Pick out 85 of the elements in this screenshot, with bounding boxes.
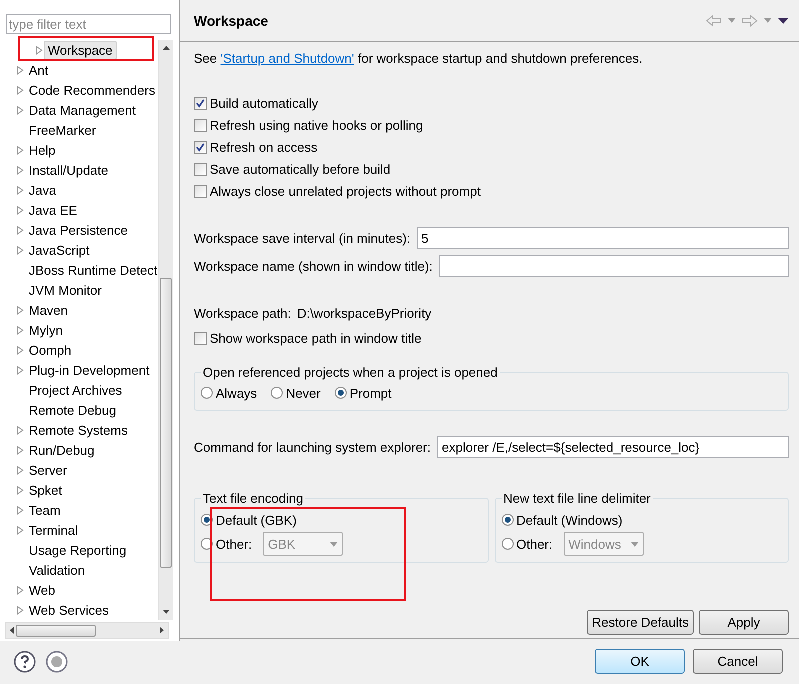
- input-field[interactable]: 5: [416, 227, 789, 249]
- tree-item[interactable]: Maven: [25, 300, 72, 320]
- tree-item[interactable]: JavaScript: [25, 240, 94, 260]
- dropdown-caret-icon[interactable]: [728, 18, 736, 23]
- back-arrow-icon[interactable]: [706, 14, 722, 26]
- help-icon[interactable]: [14, 650, 36, 672]
- dialog-button[interactable]: OK: [595, 649, 685, 674]
- radio-button[interactable]: [502, 514, 514, 526]
- input-field[interactable]: [438, 255, 789, 277]
- checkbox-label: Refresh using native hooks or polling: [210, 118, 424, 132]
- tree-item[interactable]: Web: [25, 580, 60, 600]
- tree-item[interactable]: Remote Systems: [25, 420, 132, 440]
- radio-label: Other:: [516, 536, 553, 552]
- intro-text: See 'Startup and Shutdown' for workspace startup and shutdown preferences.: [194, 50, 644, 68]
- checkbox-label: Refresh on access: [210, 140, 318, 154]
- tree-item[interactable]: Code Recommenders: [25, 80, 158, 100]
- startup-link[interactable]: 'Startup and Shutdown': [220, 51, 354, 66]
- checkbox-label: Show workspace path in window title: [210, 330, 422, 346]
- radio-button[interactable]: [502, 538, 514, 550]
- radio-label: Default (Windows): [516, 512, 623, 528]
- tree-item[interactable]: Java EE: [25, 200, 82, 220]
- tree-item[interactable]: Workspace: [44, 40, 117, 60]
- scroll-down-arrow-icon[interactable]: [162, 610, 170, 614]
- group-title: Open referenced projects when a project is opened: [202, 365, 499, 380]
- page-button[interactable]: Restore Defaults: [587, 610, 694, 635]
- checkbox-label: Save automatically before build: [210, 162, 391, 176]
- dropdown-caret-icon[interactable]: [764, 18, 772, 23]
- tree-item[interactable]: Oomph: [25, 340, 76, 360]
- tree-item[interactable]: FreeMarker: [25, 120, 100, 140]
- tree-item[interactable]: Mylyn: [25, 320, 67, 340]
- tree-item[interactable]: Remote Debug: [25, 400, 120, 420]
- field-label: Workspace save interval (in minutes):: [194, 230, 411, 246]
- input-field[interactable]: explorer /E,/select=${selected_resource_loc}: [437, 436, 789, 458]
- tree-item[interactable]: Project Archives: [25, 380, 126, 400]
- tree-item[interactable]: Terminal: [25, 520, 82, 540]
- tree-item[interactable]: Install/Update: [25, 160, 112, 180]
- tree-item[interactable]: Server: [25, 460, 72, 480]
- filter-field[interactable]: type filter text: [6, 14, 171, 34]
- radio-button[interactable]: [334, 387, 347, 399]
- tree-item[interactable]: Ant: [25, 60, 53, 80]
- checkbox[interactable]: [194, 140, 207, 154]
- radio-label: Prompt: [350, 386, 392, 400]
- tree-item[interactable]: Validation: [25, 560, 90, 580]
- checkbox[interactable]: [194, 118, 207, 132]
- checkbox-label: Always close unrelated projects without prompt: [210, 184, 481, 198]
- group-title: Text file encoding: [202, 491, 304, 506]
- radio-label: Never: [286, 386, 321, 400]
- checkbox[interactable]: [194, 184, 207, 198]
- field-label: Command for launching system explorer:: [194, 440, 431, 454]
- tree-item[interactable]: Team: [25, 500, 65, 520]
- tree-item[interactable]: Plug-in Development: [25, 360, 154, 380]
- page-title: Workspace: [194, 12, 270, 28]
- tree-item[interactable]: Web Services: [25, 600, 113, 620]
- tree-item[interactable]: Data Management: [25, 100, 140, 120]
- tree-item[interactable]: Spket: [25, 480, 66, 500]
- forward-arrow-icon[interactable]: [742, 14, 758, 26]
- scroll-up-arrow-icon[interactable]: [162, 46, 170, 50]
- scroll-right-arrow-icon[interactable]: [160, 627, 164, 634]
- page-button[interactable]: Apply: [699, 610, 789, 635]
- field-label: Workspace name (shown in window title):: [194, 258, 433, 274]
- tree-item[interactable]: Help: [25, 140, 60, 160]
- radio-label: Always: [216, 386, 258, 400]
- field-label: Workspace path:: [194, 306, 292, 320]
- view-menu-icon[interactable]: [778, 18, 789, 24]
- dialog-button[interactable]: Cancel: [693, 649, 783, 674]
- tree-item[interactable]: JVM Monitor: [25, 280, 106, 300]
- radio-label: Default (GBK): [216, 512, 297, 528]
- horizontal-scrollbar[interactable]: [5, 622, 169, 639]
- group-title: New text file line delimiter: [502, 491, 652, 506]
- tree-item[interactable]: Usage Reporting: [25, 540, 131, 560]
- radio-button[interactable]: [201, 387, 213, 399]
- checkbox[interactable]: [194, 332, 207, 344]
- checkbox[interactable]: [194, 162, 207, 176]
- checkbox-label: Build automatically: [210, 96, 318, 110]
- tree-item[interactable]: Java Persistence: [25, 220, 132, 240]
- vertical-scrollbar[interactable]: [158, 40, 173, 620]
- tree-item[interactable]: Java: [25, 180, 60, 200]
- radio-label: Other:: [216, 536, 252, 552]
- tree-item[interactable]: Run/Debug: [25, 440, 99, 460]
- radio-button[interactable]: [271, 387, 284, 399]
- scroll-left-arrow-icon[interactable]: [10, 627, 14, 634]
- checkbox[interactable]: [194, 96, 207, 110]
- record-icon[interactable]: [46, 650, 68, 672]
- tree-item[interactable]: JBoss Runtime Detect: [25, 260, 158, 280]
- path-value: D:\workspaceByPriority: [297, 306, 432, 320]
